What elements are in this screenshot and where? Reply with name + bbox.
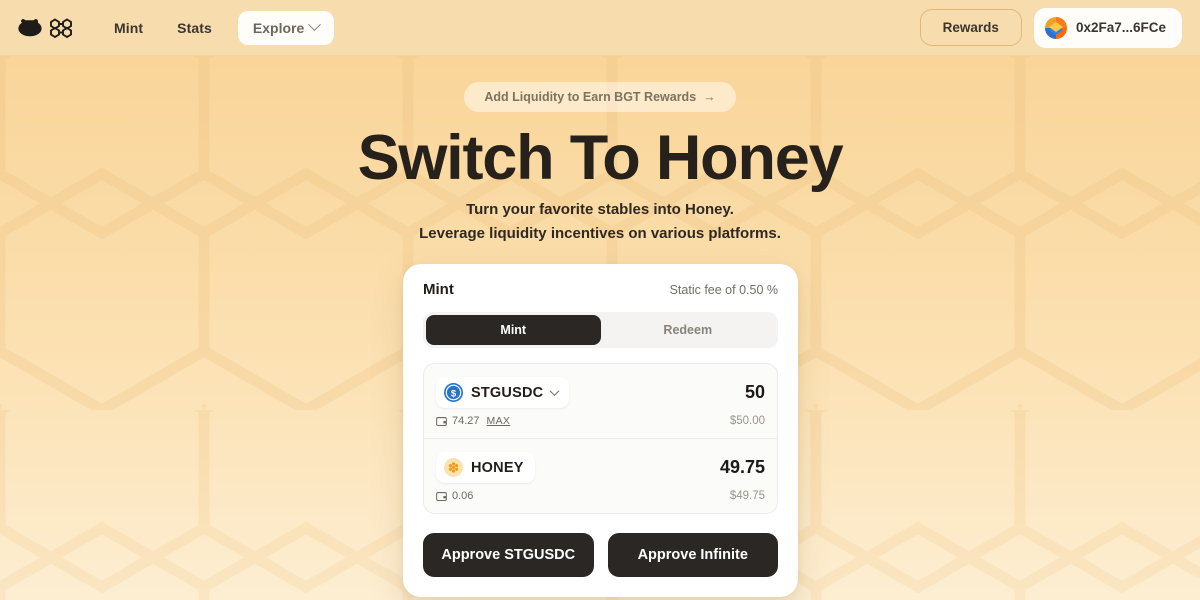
mode-tabs: Mint Redeem (423, 312, 778, 348)
bear-head-icon (18, 18, 42, 36)
balance-group-from: 74.27 MAX (436, 415, 510, 427)
card-actions: Approve STGUSDC Approve Infinite (423, 533, 778, 577)
tab-redeem[interactable]: Redeem (601, 315, 776, 345)
hero-subtitle-line1: Turn your favorite stables into Honey. (466, 201, 734, 219)
nav-item-stats[interactable]: Stats (163, 13, 226, 43)
wallet-address: 0x2Fa7...6FCe (1075, 20, 1166, 35)
token-row-from: $ STGUSDC 74.27 MAX $50.00 (424, 364, 777, 438)
nav-explore-label: Explore (252, 19, 305, 36)
approve-token-button[interactable]: Approve STGUSDC (423, 533, 594, 577)
chevron-down-icon (549, 386, 560, 397)
usd-value-from: $50.00 (729, 415, 765, 427)
balance-value-to: 0.06 (452, 490, 474, 502)
token-row-meta: 74.27 MAX $50.00 (436, 415, 765, 427)
card-title: Mint (423, 281, 454, 298)
tab-mint[interactable]: Mint (426, 315, 601, 345)
static-fee-label: Static fee of 0.50 % (669, 283, 778, 297)
honey-token-icon (444, 458, 463, 477)
token-row-main: HONEY (436, 452, 765, 483)
hero-section: Add Liquidity to Earn BGT Rewards → Swit… (0, 56, 1200, 242)
token-row-main: $ STGUSDC (436, 377, 765, 408)
promo-banner[interactable]: Add Liquidity to Earn BGT Rewards → (464, 82, 736, 112)
amount-input-to (615, 457, 765, 478)
token-selector-from[interactable]: $ STGUSDC (436, 377, 570, 408)
mint-card: Mint Static fee of 0.50 % Mint Redeem $ … (403, 264, 798, 597)
amount-input-from[interactable] (615, 382, 765, 403)
honeycomb-mark-icon (50, 17, 72, 38)
max-button[interactable]: MAX (487, 415, 511, 427)
wallet-balance-icon (436, 491, 447, 501)
balance-value-from: 74.27 (452, 415, 480, 427)
approve-infinite-button[interactable]: Approve Infinite (607, 533, 778, 577)
rewards-button[interactable]: Rewards (919, 9, 1022, 46)
token-row-to: HONEY 0.06 $49.75 (424, 438, 777, 513)
hero-subtitle-line2: Leverage liquidity incentives on various… (419, 225, 781, 243)
chevron-down-icon (308, 18, 322, 32)
card-header: Mint Static fee of 0.50 % (423, 281, 778, 298)
swap-inputs: $ STGUSDC 74.27 MAX $50.00 (423, 363, 778, 514)
svg-text:$: $ (451, 388, 457, 399)
primary-nav: Mint Stats Explore (100, 10, 335, 45)
usd-value-to: $49.75 (729, 490, 765, 502)
token-symbol-to: HONEY (471, 459, 524, 476)
nav-item-explore[interactable]: Explore (237, 10, 335, 45)
token-row-meta: 0.06 $49.75 (436, 490, 765, 502)
balance-group-to: 0.06 (436, 490, 473, 502)
wallet-balance-icon (436, 416, 447, 426)
arrow-right-icon: → (703, 90, 716, 104)
wallet-avatar-icon (1044, 16, 1067, 39)
brand-logo[interactable] (17, 17, 72, 39)
promo-banner-label: Add Liquidity to Earn BGT Rewards (484, 90, 697, 104)
nav-item-mint[interactable]: Mint (100, 13, 157, 43)
page-title: Switch To Honey (357, 123, 844, 193)
usdc-token-icon: $ (444, 383, 463, 402)
token-symbol-from: STGUSDC (471, 384, 544, 401)
app-header: Mint Stats Explore Rewards 0x2Fa7...6FCe (0, 0, 1200, 56)
wallet-button[interactable]: 0x2Fa7...6FCe (1033, 7, 1182, 48)
header-actions: Rewards 0x2Fa7...6FCe (919, 7, 1182, 48)
token-selector-to: HONEY (436, 452, 535, 483)
